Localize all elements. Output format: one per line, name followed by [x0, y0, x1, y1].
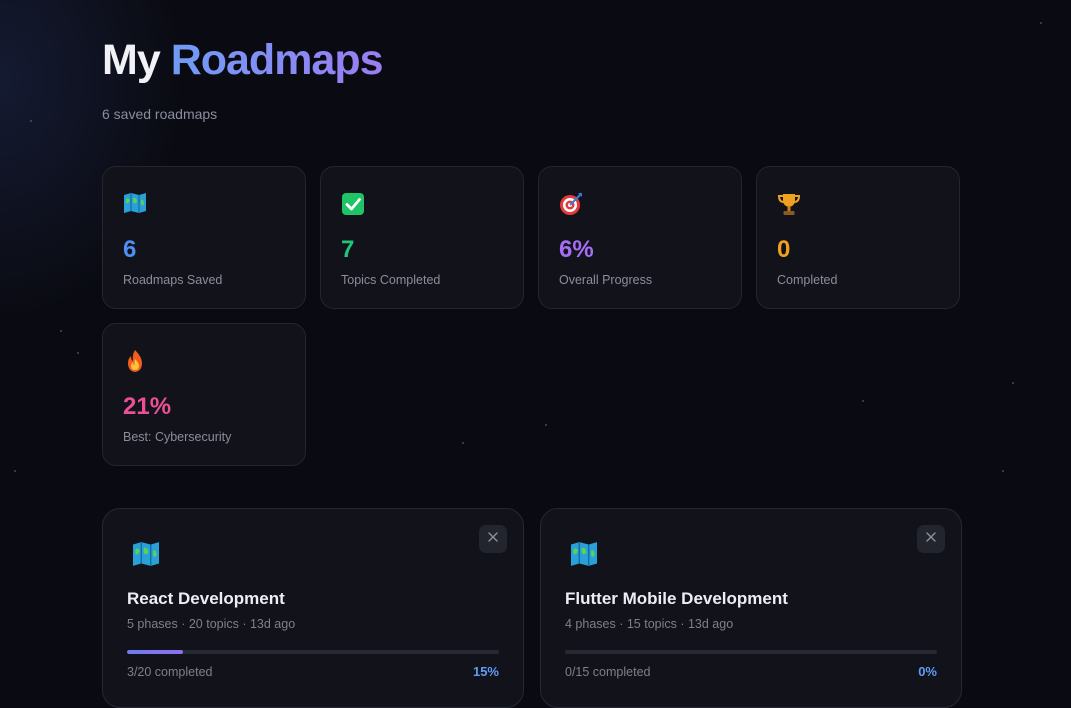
- progress-bar-fill: [127, 650, 183, 654]
- page-title: My Roadmaps: [102, 36, 383, 85]
- progress-bar: [127, 650, 499, 654]
- roadmap-title[interactable]: Flutter Mobile Development: [565, 589, 788, 609]
- map-icon: [131, 541, 163, 569]
- stat-card-overall-progress: 6% Overall Progress: [538, 166, 742, 309]
- saved-count-subtitle: 6 saved roadmaps: [102, 106, 217, 122]
- trophy-icon: [777, 192, 801, 216]
- remove-roadmap-button[interactable]: [917, 525, 945, 553]
- map-icon: [569, 541, 601, 569]
- roadmap-card[interactable]: React Development 5 phases · 20 topics ·…: [102, 508, 524, 708]
- stat-value: 6%: [559, 236, 594, 264]
- stat-card-topics-completed: 7 Topics Completed: [320, 166, 524, 309]
- stat-card-roadmaps-saved: 6 Roadmaps Saved: [102, 166, 306, 309]
- progress-bar: [565, 650, 937, 654]
- map-icon: [123, 192, 147, 216]
- stat-value: 7: [341, 236, 354, 264]
- progress-percent: 0%: [918, 664, 937, 679]
- roadmap-meta: 4 phases · 15 topics · 13d ago: [565, 617, 733, 631]
- stat-label: Completed: [777, 273, 837, 287]
- stat-card-completed: 0 Completed: [756, 166, 960, 309]
- checkmark-icon: [341, 192, 365, 216]
- page-title-prefix: My: [102, 36, 160, 84]
- remove-roadmap-button[interactable]: [479, 525, 507, 553]
- fire-icon: [123, 349, 147, 373]
- stat-label: Best: Cybersecurity: [123, 430, 231, 444]
- stat-value: 21%: [123, 393, 171, 421]
- roadmap-title[interactable]: React Development: [127, 589, 285, 609]
- stat-label: Roadmaps Saved: [123, 273, 222, 287]
- target-icon: [559, 192, 583, 216]
- progress-percent: 15%: [473, 664, 499, 679]
- stat-value: 6: [123, 236, 136, 264]
- completed-count: 0/15 completed: [565, 665, 650, 679]
- completed-count: 3/20 completed: [127, 665, 212, 679]
- stat-card-best: 21% Best: Cybersecurity: [102, 323, 306, 466]
- roadmap-meta: 5 phases · 20 topics · 13d ago: [127, 617, 295, 631]
- page-title-highlight: Roadmaps: [171, 36, 383, 84]
- roadmap-card[interactable]: Flutter Mobile Development 4 phases · 15…: [540, 508, 962, 708]
- close-icon: [925, 530, 937, 548]
- close-icon: [487, 530, 499, 548]
- stat-label: Overall Progress: [559, 273, 652, 287]
- stat-value: 0: [777, 236, 790, 264]
- stat-label: Topics Completed: [341, 273, 440, 287]
